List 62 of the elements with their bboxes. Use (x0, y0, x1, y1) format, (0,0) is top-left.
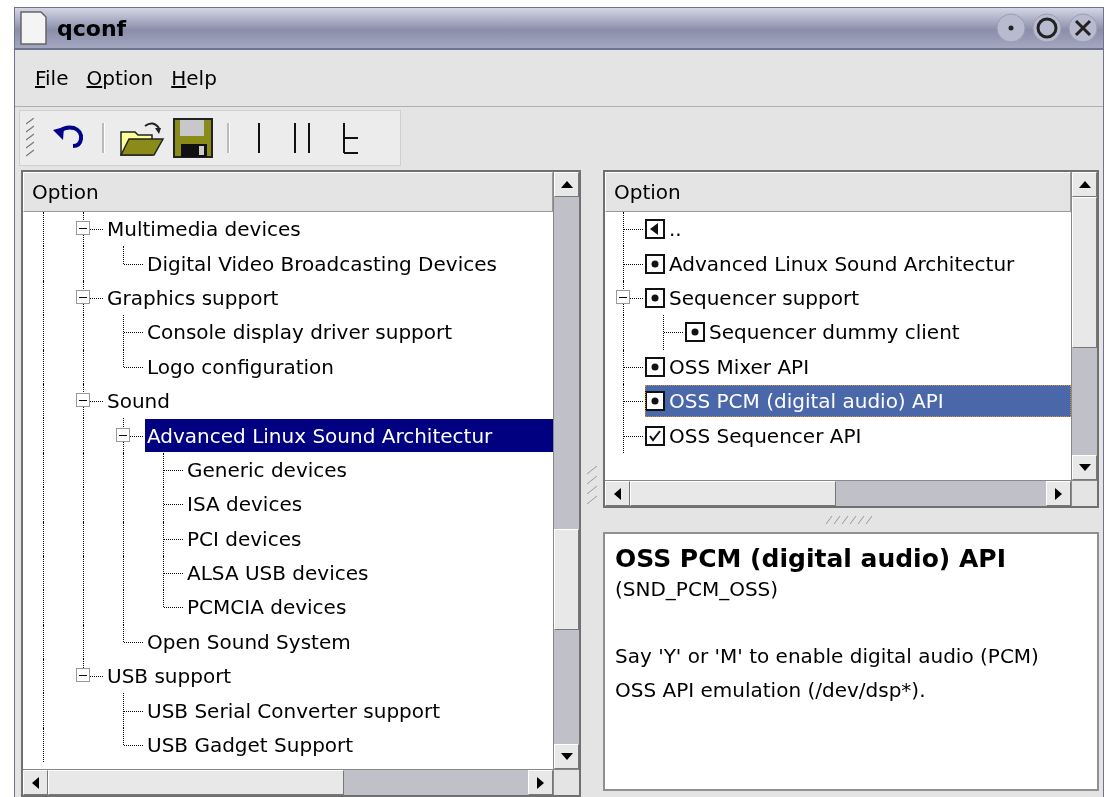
column-header[interactable]: Option (605, 172, 1071, 212)
scroll-up-button[interactable] (1072, 172, 1097, 197)
module-checkbox[interactable] (645, 391, 665, 412)
horizontal-scrollbar[interactable] (605, 480, 1071, 506)
column-header[interactable]: Option (23, 172, 553, 212)
scrollbar-thumb[interactable] (48, 770, 345, 795)
module-checkbox[interactable] (685, 322, 705, 343)
close-button[interactable] (1067, 12, 1099, 44)
vertical-scrollbar[interactable] (553, 172, 579, 769)
scrollbar-corner (553, 769, 579, 795)
horizontal-scrollbar[interactable] (23, 769, 553, 795)
menu-item[interactable]: File (35, 66, 69, 90)
back-icon (645, 219, 665, 240)
item-label: OSS PCM (digital audio) API (669, 389, 944, 414)
help-text: Say 'Y' or 'M' to enable digital audio (PCM) OSS API emulation (/dev/dsp*). (615, 643, 1040, 704)
maximize-button[interactable] (1031, 12, 1063, 44)
scrollbar-corner (1071, 480, 1097, 506)
scrollbar-thumb[interactable] (1072, 197, 1097, 349)
scroll-up-button[interactable] (554, 172, 579, 197)
splitter-handle[interactable] (587, 463, 597, 504)
collapse-toggle[interactable] (76, 668, 90, 683)
menu-item[interactable]: Help (171, 66, 217, 90)
item-label: OSS Sequencer API (669, 423, 862, 448)
document-icon (19, 11, 47, 45)
save-icon[interactable] (173, 118, 213, 158)
menu-item[interactable]: Option (86, 66, 154, 90)
item-label: Advanced Linux Sound Architectur (147, 423, 493, 448)
scroll-down-button[interactable] (554, 744, 579, 769)
scroll-right-button[interactable] (528, 770, 553, 795)
help-title: OSS PCM (digital audio) API (615, 544, 1007, 573)
item-label: .. (669, 217, 682, 242)
collapse-toggle[interactable] (116, 427, 130, 442)
scroll-left-button[interactable] (23, 770, 48, 795)
toolbar-grip[interactable] (26, 118, 34, 158)
tree-item[interactable]: Advanced Linux Sound Architectur (645, 247, 1017, 280)
scrollbar-thumb[interactable] (554, 529, 579, 630)
tree-item[interactable]: .. (645, 213, 684, 246)
collapse-toggle[interactable] (616, 289, 630, 304)
vertical-scrollbar[interactable] (1071, 172, 1097, 480)
collapse-toggle[interactable] (76, 221, 90, 236)
collapse-toggle[interactable] (76, 289, 90, 304)
item-label: Sequencer support (669, 285, 860, 310)
item-label: OSS Mixer API (669, 354, 810, 379)
tree-item[interactable]: OSS Mixer API (645, 350, 812, 383)
module-checkbox[interactable] (645, 356, 665, 377)
tree-item[interactable]: Sequencer dummy client (685, 316, 962, 349)
checked-checkbox[interactable] (645, 425, 665, 446)
tree-item[interactable]: OSS Sequencer API (645, 419, 864, 452)
symbol-name: (SND_PCM_OSS) (615, 577, 780, 601)
item-label: Advanced Linux Sound Architectur (669, 251, 1015, 276)
module-checkbox[interactable] (645, 253, 665, 274)
tree-item[interactable]: Sequencer support (645, 281, 862, 315)
scroll-right-button[interactable] (1046, 481, 1071, 506)
scrollbar-thumb[interactable] (630, 481, 837, 506)
window-title: qconf (57, 15, 127, 41)
tree-item[interactable]: OSS PCM (digital audio) API (645, 384, 1071, 418)
tree-item[interactable]: Advanced Linux Sound Architectur (145, 419, 553, 452)
collapse-toggle[interactable] (76, 393, 90, 408)
module-checkbox[interactable] (645, 287, 665, 308)
scroll-left-button[interactable] (605, 481, 630, 506)
scroll-down-button[interactable] (1072, 455, 1097, 480)
item-label: Sequencer dummy client (709, 320, 960, 345)
